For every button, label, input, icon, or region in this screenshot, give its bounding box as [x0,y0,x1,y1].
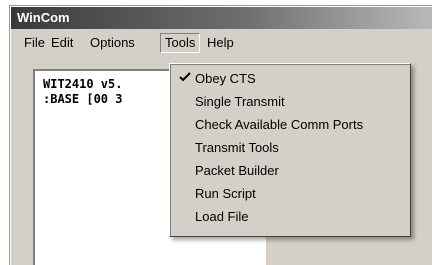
terminal-line: :BASE [00 3 [43,92,123,106]
menu-item-label: Single Transmit [195,94,285,109]
app-window: WinCom File Edit Options Tools Help WIT2… [10,6,432,265]
menu-item-label: Transmit Tools [195,140,279,155]
menu-item-label: Packet Builder [195,163,279,178]
menu-item-label: Load File [195,209,249,224]
tools-menu-dropdown: Obey CTS Single Transmit Check Available… [169,63,411,237]
menu-item-load-file[interactable]: Load File [172,206,408,228]
menu-edit[interactable]: Edit [51,35,73,51]
menu-item-label: Run Script [195,186,256,201]
menu-tools[interactable]: Tools [160,33,201,53]
menu-options[interactable]: Options [90,35,135,51]
menu-bar: File Edit Options Tools Help [11,32,432,54]
menu-item-obey-cts[interactable]: Obey CTS [172,68,408,90]
menu-item-transmit-tools[interactable]: Transmit Tools [172,137,408,159]
menu-item-packet-builder[interactable]: Packet Builder [172,160,408,182]
menu-item-label: Check Available Comm Ports [195,117,364,132]
title-bar[interactable]: WinCom [11,7,432,29]
menu-item-check-comm-ports[interactable]: Check Available Comm Ports [172,114,408,136]
menu-item-label: Obey CTS [195,71,256,86]
menu-item-single-transmit[interactable]: Single Transmit [172,91,408,113]
menu-item-run-script[interactable]: Run Script [172,183,408,205]
menu-help[interactable]: Help [207,35,234,51]
terminal-line: WIT2410 v5. [43,77,123,91]
menu-file[interactable]: File [24,35,45,51]
checkmark-icon [179,72,191,82]
window-title: WinCom [17,10,70,25]
